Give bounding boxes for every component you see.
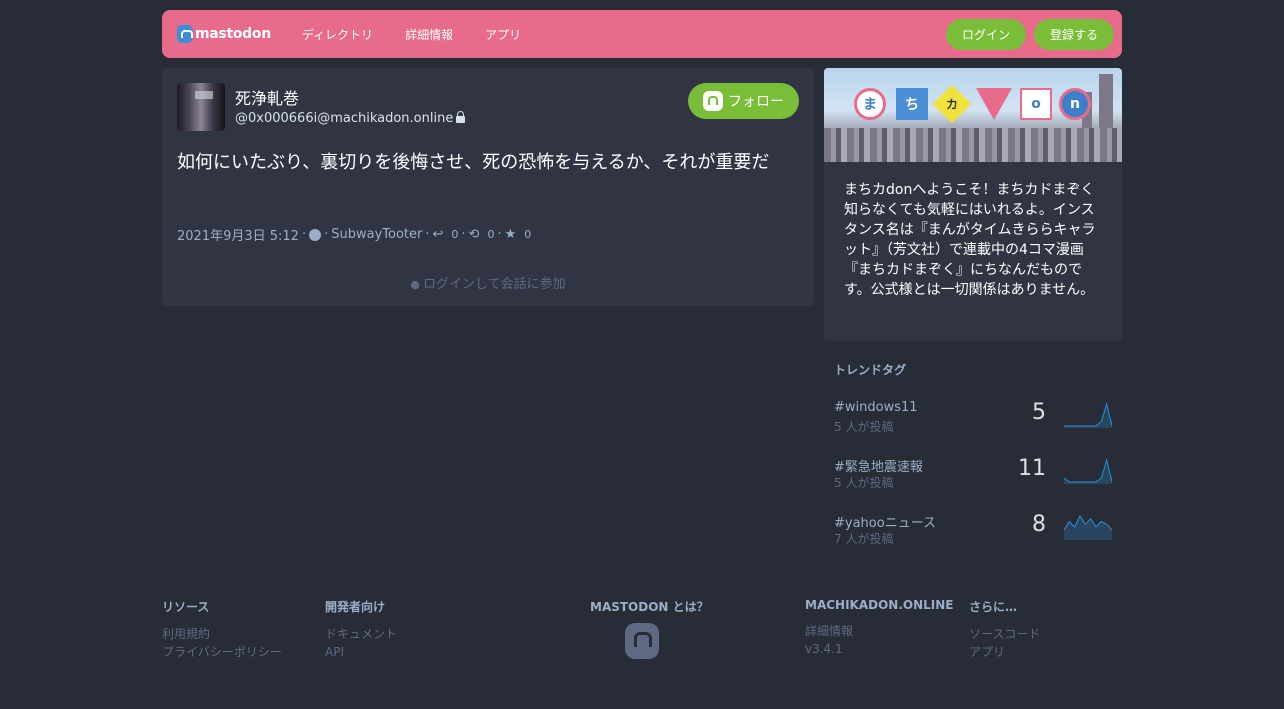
nav-directory-link[interactable]: ディレクトリ xyxy=(302,26,373,43)
trend-item: #yahooニュース 7 人が投稿 8 xyxy=(834,512,1112,552)
instance-about-card: ま ち カ o n まちカdonへようこそ！まちカドまぞく知らなくても気軽にはい… xyxy=(824,68,1122,341)
mastodon-logo-icon xyxy=(177,25,193,43)
footer-about: MASTODON とは？ xyxy=(590,598,709,625)
terms-link[interactable]: 利用規約 xyxy=(162,625,282,643)
trend-sparkline xyxy=(1064,514,1112,540)
star-icon[interactable]: ★ xyxy=(505,227,517,242)
join-conversation-label: ログインして会話に参加 xyxy=(422,277,566,292)
trend-item: #緊急地震速報 5 人が投稿 11 xyxy=(834,456,1112,496)
mastodon-footer-icon[interactable] xyxy=(625,623,659,659)
trend-usage: 5 人が投稿 xyxy=(834,420,894,434)
follow-label: フォロー xyxy=(728,94,784,110)
top-navigation-bar: mastodon ディレクトリ 詳細情報 アプリ ログイン 登録する xyxy=(162,10,1122,58)
status-timestamp[interactable]: 2021年9月3日 5:12 xyxy=(177,225,299,244)
instance-about-link[interactable]: 詳細情報 xyxy=(805,622,954,640)
signup-button[interactable]: 登録する xyxy=(1034,18,1114,50)
logo-text: mastodon xyxy=(195,26,271,42)
reply-count: 0 xyxy=(451,228,459,241)
join-conversation-link[interactable]: ● ログインして会話に参加 xyxy=(162,273,814,292)
hero-letter: ま xyxy=(854,88,886,120)
reply-icon[interactable]: ↩ xyxy=(433,227,444,242)
hero-letter: o xyxy=(1020,88,1052,120)
status-card: 死浄軋巻 @0x000666i@machikadon.online フォロー 如… xyxy=(162,68,814,306)
footer-developers-heading: 開発者向け xyxy=(325,600,386,614)
account-handle-text: @0x000666i@machikadon.online xyxy=(235,111,454,126)
instance-hero-image: ま ち カ o n xyxy=(824,68,1122,162)
mastodon-icon xyxy=(703,91,723,111)
hero-letter-text: カ xyxy=(946,98,958,112)
nav-about-link[interactable]: 詳細情報 xyxy=(405,26,453,43)
display-name[interactable]: 死浄軋巻 xyxy=(235,85,299,109)
trends-heading: トレンドタグ xyxy=(834,363,907,377)
hero-letter: カ xyxy=(932,84,972,124)
login-button[interactable]: ログイン xyxy=(946,18,1026,50)
hero-title-logo: ま ち カ o n xyxy=(854,84,1094,128)
footer-about-heading: MASTODON とは？ xyxy=(590,600,709,614)
footer-resources-heading: リソース xyxy=(162,600,210,614)
trend-count: 8 xyxy=(1032,512,1046,537)
footer-more: さらに… ソースコード アプリ xyxy=(969,598,1040,661)
trend-tag-link[interactable]: #windows11 xyxy=(834,400,918,415)
trend-count: 11 xyxy=(1018,456,1046,481)
hero-letter xyxy=(976,88,1012,120)
trend-count: 5 xyxy=(1032,400,1046,425)
privacy-policy-link[interactable]: プライバシーポリシー xyxy=(162,643,282,661)
comments-icon: ● xyxy=(410,278,420,291)
trend-usage: 5 人が投稿 xyxy=(834,476,894,490)
nav-apps-link[interactable]: アプリ xyxy=(485,26,521,43)
hero-cityscape xyxy=(824,128,1122,162)
globe-icon xyxy=(309,228,322,241)
footer-instance: MACHIKADON.ONLINE 詳細情報 v3.4.1 xyxy=(805,598,954,658)
follow-button[interactable]: フォロー xyxy=(688,83,799,119)
trend-item: #windows11 5 人が投稿 5 xyxy=(834,400,1112,440)
sparkline-area xyxy=(1064,460,1112,484)
status-content: 如何にいたぶり、裏切りを後悔させ、死の恐怖を与えるか、それが重要だ xyxy=(177,152,770,173)
documentation-link[interactable]: ドキュメント xyxy=(325,625,397,643)
footer-instance-heading: MACHIKADON.ONLINE xyxy=(805,598,954,612)
sparkline-area xyxy=(1064,404,1112,428)
lock-icon xyxy=(456,111,466,123)
footer-resources: リソース 利用規約 プライバシーポリシー xyxy=(162,598,282,661)
hero-letter: ち xyxy=(896,88,928,120)
footer-developers: 開発者向け ドキュメント API xyxy=(325,598,397,661)
trend-usage: 7 人が投稿 xyxy=(834,532,894,546)
boost-count: 0 xyxy=(487,228,495,241)
boost-icon[interactable]: ⟲ xyxy=(469,227,480,242)
trend-sparkline xyxy=(1064,458,1112,484)
account-handle[interactable]: @0x000666i@machikadon.online xyxy=(235,111,466,126)
trend-tag-link[interactable]: #緊急地震速報 xyxy=(834,456,923,475)
source-code-link[interactable]: ソースコード xyxy=(969,625,1040,643)
avatar[interactable] xyxy=(177,83,225,131)
favourite-count: 0 xyxy=(524,228,532,241)
version-link[interactable]: v3.4.1 xyxy=(805,640,954,658)
status-meta: 2021年9月3日 5:12 · · SubwayTooter · ↩ 0 · … xyxy=(177,225,532,244)
trend-sparkline xyxy=(1064,402,1112,428)
status-application[interactable]: SubwayTooter xyxy=(331,227,422,242)
footer-more-heading: さらに… xyxy=(969,600,1018,614)
api-link[interactable]: API xyxy=(325,643,397,661)
instance-description: まちカdonへようこそ！まちカドまぞく知らなくても気軽にはいれるよ。インスタンス… xyxy=(844,182,1096,298)
sparkline-area xyxy=(1064,516,1112,540)
hero-letter: n xyxy=(1059,88,1091,120)
apps-link[interactable]: アプリ xyxy=(969,643,1040,661)
mastodon-logo[interactable]: mastodon xyxy=(177,25,271,43)
trend-tag-link[interactable]: #yahooニュース xyxy=(834,512,936,531)
